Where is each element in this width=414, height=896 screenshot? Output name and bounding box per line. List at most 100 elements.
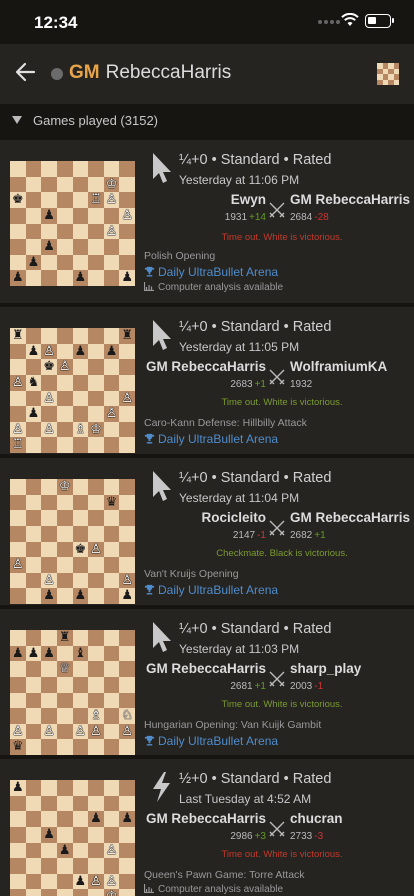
board-square: ♟ xyxy=(119,270,135,286)
tournament-link[interactable]: Daily UltraBullet Arena xyxy=(144,583,278,597)
board-square xyxy=(56,645,73,662)
chess-piece: ♙ xyxy=(43,572,55,588)
app-header: GM RebeccaHarris xyxy=(0,44,414,104)
board-preview[interactable]: ♔ ♚ ♖ ♙ ♟ ♙ ♙ ♟ ♟ ♟ ♟ ♟ xyxy=(10,161,135,286)
chess-piece: ♟ xyxy=(74,588,87,604)
board-square xyxy=(88,795,104,812)
board-square xyxy=(119,557,135,573)
board-square xyxy=(41,739,57,755)
board-preview[interactable]: ♟♟♟♟♟♙♟♙♙♔ xyxy=(10,780,135,896)
board-square xyxy=(103,541,120,558)
tournament-link[interactable]: Daily UltraBullet Arena xyxy=(144,265,278,279)
tournament-link[interactable]: Daily UltraBullet Arena xyxy=(144,432,278,446)
tournament-name[interactable]: Daily UltraBullet Arena xyxy=(158,734,278,748)
player-name[interactable]: GM RebeccaHarris xyxy=(146,661,266,676)
board-square xyxy=(119,842,135,859)
board-square xyxy=(119,437,135,453)
tournament-name[interactable]: Daily UltraBullet Arena xyxy=(158,265,278,279)
board-square: ♟ xyxy=(41,588,57,604)
game-result: Time out. White is victorious. xyxy=(221,397,343,408)
player-name[interactable]: GM RebeccaHarris xyxy=(146,359,266,374)
board-square xyxy=(25,223,42,240)
board-editor-icon[interactable] xyxy=(377,63,399,85)
board-square xyxy=(72,479,89,495)
games-played-section[interactable]: Games played (3152) xyxy=(0,104,414,138)
board-square xyxy=(41,254,57,271)
board-square xyxy=(119,406,135,422)
board-square xyxy=(56,510,73,526)
white-player[interactable]: GM RebeccaHarris 2986 +3 xyxy=(146,811,266,842)
tournament-name[interactable]: Daily UltraBullet Arena xyxy=(158,432,278,446)
player-rating: 2147 -1 xyxy=(201,530,266,541)
board-square: ♟ xyxy=(25,254,42,271)
black-player[interactable]: GM RebeccaHarris 2684 -28 xyxy=(290,192,410,223)
player-name[interactable]: Rocicleito xyxy=(201,510,266,525)
board-square xyxy=(56,557,73,573)
black-player[interactable]: sharp_play 2003 -1 xyxy=(290,661,361,692)
game-result: Checkmate. Black is victorious. xyxy=(216,548,348,559)
bar-chart-icon xyxy=(144,282,154,291)
players-row: Ewyn 1931 +14 GM RebeccaHarris 2684 -28 xyxy=(140,192,414,232)
bar-chart-icon xyxy=(144,884,154,893)
white-player[interactable]: Ewyn 1931 +14 xyxy=(225,192,266,223)
player-name[interactable]: GM RebeccaHarris xyxy=(290,192,410,207)
board-preview[interactable]: ♜ ♟ ♟ ♟ ♝ ♕ ♗ ♘ ♙ ♙ ♙ ♙ ♙ ♛ xyxy=(10,630,135,755)
board-square xyxy=(88,406,104,422)
collapse-caret-icon[interactable] xyxy=(12,116,22,124)
game-card[interactable]: ♔ ♛ ♚ ♙ ♙ ♙ ♙ ♟ ♟ ♟ ¼+0 • Standard • Rated Yesterda… xyxy=(0,458,414,605)
rating-value: 2147 xyxy=(232,530,256,541)
white-player[interactable]: Rocicleito 2147 -1 xyxy=(201,510,266,541)
player-name[interactable]: chucran xyxy=(290,811,343,826)
player-name[interactable]: GM RebeccaHarris xyxy=(146,811,266,826)
black-player[interactable]: WolframiumKA 1932 xyxy=(290,359,387,390)
player-name[interactable]: WolframiumKA xyxy=(290,359,387,374)
board-square xyxy=(72,708,89,724)
board-square xyxy=(10,572,26,589)
game-card[interactable]: ♔ ♚ ♖ ♙ ♟ ♙ ♙ ♟ ♟ ♟ ♟ ♟ ¼+0 • Standard • Rated Yester… xyxy=(0,140,414,303)
board-square xyxy=(119,494,135,511)
board-preview[interactable]: ♔ ♛ ♚ ♙ ♙ ♙ ♙ ♟ ♟ ♟ xyxy=(10,479,135,604)
board-square xyxy=(103,328,120,344)
cursor-icon xyxy=(153,622,171,652)
board-square xyxy=(56,739,73,755)
game-card[interactable]: ♟♟♟♟♟♙♟♙♙♔½+0 • Standard • RatedLast Tue… xyxy=(0,759,414,896)
board-square xyxy=(41,510,57,526)
black-player[interactable]: chucran 2733 -3 xyxy=(290,811,343,842)
board-square xyxy=(25,437,42,453)
player-name[interactable]: GM RebeccaHarris xyxy=(290,510,410,525)
board-square xyxy=(103,795,120,812)
board-square: ♖ xyxy=(88,192,104,208)
board-preview[interactable]: ♜ ♜ ♟ ♙ ♟ ♟ ♚ ♙ ♙ ♞ ♙ ♙ ♟ ♙ ♙ ♙ ♗ ♔ ♖ xyxy=(10,328,135,453)
board-square xyxy=(88,676,104,693)
board-square xyxy=(119,239,135,255)
board-square xyxy=(10,692,26,709)
board-square xyxy=(56,161,73,177)
board-square xyxy=(103,780,120,796)
game-speed-label: ¼+0 • Standard • Rated xyxy=(179,621,332,637)
white-player[interactable]: GM RebeccaHarris 2683 +1 xyxy=(146,359,266,390)
white-player[interactable]: GM RebeccaHarris 2681 +1 xyxy=(146,661,266,692)
board-square xyxy=(103,270,120,286)
board-square xyxy=(119,661,135,677)
chess-piece: ♗ xyxy=(74,421,87,437)
tournament-name[interactable]: Daily UltraBullet Arena xyxy=(158,583,278,597)
chess-piece: ♜ xyxy=(58,630,71,645)
black-player[interactable]: GM RebeccaHarris 2682 +1 xyxy=(290,510,410,541)
board-square xyxy=(25,525,42,542)
board-square xyxy=(10,676,26,693)
tournament-link[interactable]: Daily UltraBullet Arena xyxy=(144,734,278,748)
game-card[interactable]: ♜ ♜ ♟ ♙ ♟ ♟ ♚ ♙ ♙ ♞ ♙ ♙ ♟ ♙ ♙ ♙ ♗ ♔ ♖ ¼+0 • Standard • Rate… xyxy=(0,307,414,454)
board-square xyxy=(119,161,135,177)
board-square: ♜ xyxy=(56,630,73,646)
back-arrow-icon[interactable] xyxy=(14,61,36,83)
board-square xyxy=(25,889,42,896)
game-card[interactable]: ♜ ♟ ♟ ♟ ♝ ♕ ♗ ♘ ♙ ♙ ♙ ♙ ♙ ♛ ¼+0 • Standard • Rated Yest… xyxy=(0,609,414,755)
board-square xyxy=(103,826,120,843)
chess-piece: ♜ xyxy=(11,328,24,343)
board-square xyxy=(88,510,104,526)
chess-piece: ♛ xyxy=(105,494,118,510)
player-name[interactable]: Ewyn xyxy=(225,192,266,207)
board-square: ♚ xyxy=(41,359,57,375)
board-square: ♟ xyxy=(56,842,73,859)
player-name[interactable]: sharp_play xyxy=(290,661,361,676)
